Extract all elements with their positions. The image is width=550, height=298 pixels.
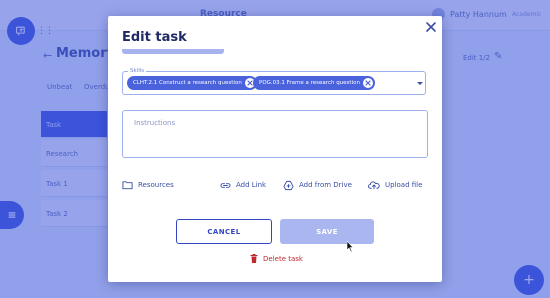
dialog-title: Edit task xyxy=(122,30,187,45)
add-from-drive-button[interactable]: Add from Drive xyxy=(283,178,352,192)
drive-icon xyxy=(283,180,294,190)
instructions-textarea[interactable] xyxy=(122,110,428,158)
upload-file-button[interactable]: Upload file xyxy=(368,178,422,192)
cloud-upload-icon xyxy=(368,181,380,190)
skills-select[interactable]: Skills CLHT.2.1 Construct a research que… xyxy=(122,67,426,95)
delete-task-button[interactable]: Delete task xyxy=(250,254,303,263)
chevron-down-icon[interactable] xyxy=(417,82,423,85)
delete-task-label: Delete task xyxy=(263,254,303,263)
save-button[interactable]: SAVE xyxy=(280,219,374,244)
mouse-cursor-icon xyxy=(347,241,354,252)
skill-chip: CLHT.2.1 Construct a research question xyxy=(127,76,257,90)
trash-icon xyxy=(250,254,258,263)
skill-chip-label: POG.03.1 Frame a research question xyxy=(259,80,360,86)
x-circle-icon[interactable] xyxy=(362,78,373,88)
skill-chip: POG.03.1 Frame a research question xyxy=(253,76,375,90)
skill-chip-label: CLHT.2.1 Construct a research question xyxy=(133,80,242,86)
add-link-label: Add Link xyxy=(236,181,267,189)
folder-icon xyxy=(122,181,133,190)
resources-label: Resources xyxy=(138,181,174,189)
link-icon xyxy=(220,182,231,188)
scroll-indicator xyxy=(122,49,224,54)
close-icon xyxy=(426,22,436,32)
upload-file-label: Upload file xyxy=(385,181,423,189)
edit-task-dialog: Edit task Skills CLHT.2.1 Construct a re… xyxy=(108,16,442,282)
close-button[interactable] xyxy=(424,20,438,34)
resources-button[interactable]: Resources xyxy=(122,178,174,192)
add-from-drive-label: Add from Drive xyxy=(299,181,352,189)
add-link-button[interactable]: Add Link xyxy=(220,178,266,192)
cancel-button[interactable]: CANCEL xyxy=(176,219,272,244)
skills-label: Skills xyxy=(128,67,147,75)
